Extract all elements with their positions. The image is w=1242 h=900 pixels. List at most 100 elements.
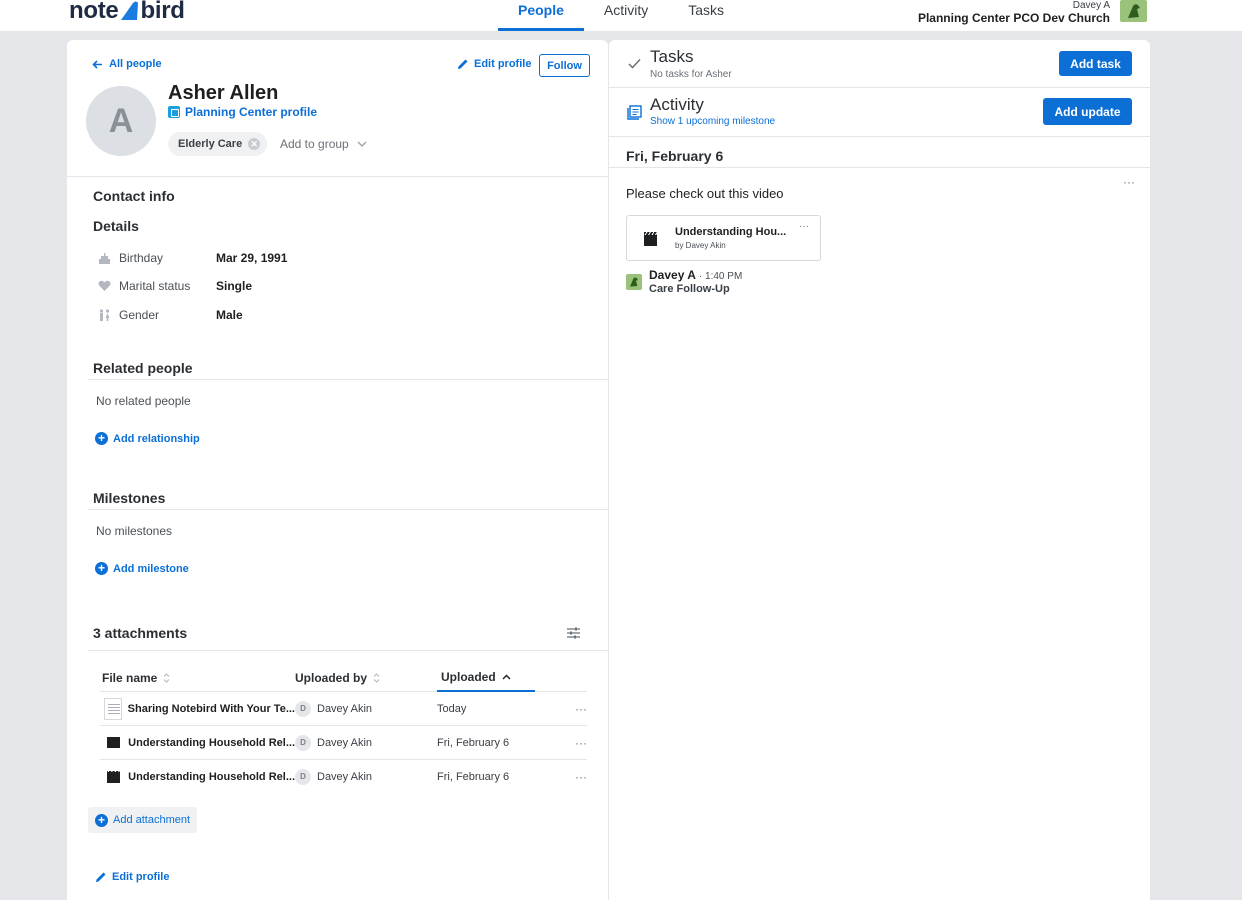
card-more-options-icon[interactable]: ···	[799, 221, 809, 232]
uploader-name: Davey Akin	[317, 702, 373, 715]
attachment-date: Fri, February 6	[437, 736, 510, 749]
notebird-logo[interactable]: note bird	[69, 0, 185, 25]
person-avatar: A	[86, 86, 156, 156]
add-to-group-label: Add to group	[280, 137, 349, 151]
chevron-down-icon	[357, 141, 367, 147]
activity-note-text: Please check out this video	[626, 186, 784, 201]
related-divider	[88, 379, 608, 380]
heart-icon	[96, 279, 112, 293]
pencil-icon	[458, 59, 468, 69]
add-milestone-label: Add milestone	[113, 562, 189, 575]
person-name: Asher Allen	[168, 82, 279, 104]
column-uploaded-by[interactable]: Uploaded by	[295, 667, 437, 692]
plus-circle-icon: +	[95, 432, 108, 445]
attachment-date: Fri, February 6	[437, 771, 510, 783]
marital-status-value: Single	[216, 279, 253, 293]
column-uploaded[interactable]: Uploaded	[437, 667, 535, 692]
attachment-row[interactable]: Understanding Household Rel... D Davey A…	[100, 726, 587, 760]
sort-icon	[373, 672, 380, 683]
edit-profile-label: Edit profile	[474, 58, 532, 70]
attachment-row[interactable]: Understanding Household Rel... D Davey A…	[100, 760, 587, 794]
footer-edit-profile-link[interactable]: Edit profile	[95, 871, 169, 883]
add-relationship-label: Add relationship	[113, 432, 200, 445]
add-milestone-link[interactable]: + Add milestone	[95, 562, 189, 575]
attachment-uploader-cell: D Davey Akin	[295, 734, 437, 751]
marital-status-label: Marital status	[119, 279, 191, 293]
activity-date-header: Fri, February 6	[626, 148, 724, 164]
more-options-icon[interactable]: ···	[557, 702, 587, 716]
nav-tab-people[interactable]: People	[498, 0, 584, 31]
document-thumbnail-icon	[104, 697, 122, 720]
group-chip-label: Elderly Care	[178, 138, 243, 150]
uploader-avatar: D	[295, 734, 311, 751]
bird-avatar-icon	[630, 277, 638, 287]
activity-time: · 1:40 PM	[698, 271, 743, 282]
attachment-file-cell: Understanding Household Rel...	[100, 736, 295, 749]
attachment-date: Today	[437, 702, 467, 715]
gender-value: Male	[216, 308, 243, 322]
bird-avatar-icon	[1127, 4, 1140, 18]
add-to-group-dropdown[interactable]: Add to group	[280, 137, 367, 151]
uploader-name: Davey Akin	[317, 736, 373, 749]
add-relationship-link[interactable]: + Add relationship	[95, 432, 200, 445]
nav-tab-activity[interactable]: Activity	[584, 0, 668, 31]
edit-profile-link[interactable]: Edit profile	[457, 58, 531, 70]
video-card-author: by Davey Akin	[675, 241, 726, 250]
no-milestones-text: No milestones	[96, 524, 173, 538]
video-attachment-card[interactable]: Understanding Hou... by Davey Akin ···	[626, 215, 821, 261]
attachment-uploader-cell: D Davey Akin	[295, 769, 437, 785]
account-menu[interactable]: Davey A Planning Center PCO Dev Church	[918, 0, 1110, 25]
video-icon	[644, 232, 657, 246]
activity-more-options-icon[interactable]: ···	[1123, 175, 1135, 189]
logo-text-note: note	[69, 0, 119, 24]
filter-settings-icon[interactable]	[567, 627, 580, 639]
related-people-title: Related people	[93, 360, 193, 376]
follow-button[interactable]: Follow	[539, 54, 590, 77]
uploader-avatar: D	[295, 769, 311, 785]
activity-author[interactable]: Davey A	[649, 268, 696, 282]
more-options-icon[interactable]: ···	[557, 736, 587, 750]
attachments-divider	[88, 650, 608, 651]
attachment-uploader-cell: D Davey Akin	[295, 700, 437, 717]
uploader-name: Davey Akin	[317, 771, 373, 783]
detail-row-birthday: Birthday Mar 29, 1991	[96, 251, 287, 265]
contact-info-title: Contact info	[93, 188, 175, 204]
more-options-icon[interactable]: ···	[557, 770, 587, 784]
attachment-row[interactable]: Sharing Notebird With Your Te... D Davey…	[100, 692, 587, 726]
pencil-icon	[96, 872, 106, 882]
all-people-link[interactable]: All people	[92, 58, 162, 70]
plus-circle-icon: +	[95, 562, 108, 575]
add-attachment-button[interactable]: + Add attachment	[88, 807, 198, 833]
add-task-button[interactable]: Add task	[1059, 51, 1132, 76]
checkmark-icon	[628, 58, 641, 69]
logo-text-bird: bird	[140, 0, 185, 24]
user-avatar[interactable]	[1120, 0, 1147, 22]
planning-center-profile-link[interactable]: Planning Center profile	[168, 105, 317, 119]
tasks-subtitle: No tasks for Asher	[650, 69, 732, 80]
column-file-name[interactable]: File name	[100, 667, 295, 692]
birthday-label: Birthday	[119, 251, 164, 265]
activity-divider	[609, 136, 1150, 137]
no-related-people-text: No related people	[96, 394, 191, 408]
gender-icon	[96, 308, 112, 322]
milestones-divider	[88, 509, 608, 510]
add-update-button[interactable]: Add update	[1043, 98, 1132, 125]
detail-row-marital-status: Marital status Single	[96, 279, 252, 293]
column-file-name-label: File name	[102, 670, 158, 685]
attachment-file-cell: Understanding Household Rel...	[100, 771, 295, 783]
attachment-file-name: Understanding Household Rel...	[128, 736, 295, 749]
video-card-title: Understanding Hou...	[675, 226, 787, 238]
nav-tab-tasks[interactable]: Tasks	[668, 0, 744, 31]
main-nav: People Activity Tasks	[498, 0, 744, 31]
planning-center-label: Planning Center profile	[185, 105, 318, 119]
top-navigation-bar: note bird People Activity Tasks Davey A …	[0, 0, 1242, 31]
chevron-up-icon	[502, 674, 511, 679]
group-chip[interactable]: Elderly Care ✕	[168, 132, 268, 156]
remove-group-icon[interactable]: ✕	[248, 138, 261, 150]
plus-circle-icon: +	[95, 813, 108, 827]
arrow-left-icon	[92, 59, 102, 69]
column-uploaded-by-label: Uploaded by	[295, 670, 368, 685]
show-upcoming-milestone-link[interactable]: Show 1 upcoming milestone	[650, 116, 775, 127]
footer-edit-profile-label: Edit profile	[112, 871, 170, 883]
uploader-avatar: D	[295, 700, 311, 717]
